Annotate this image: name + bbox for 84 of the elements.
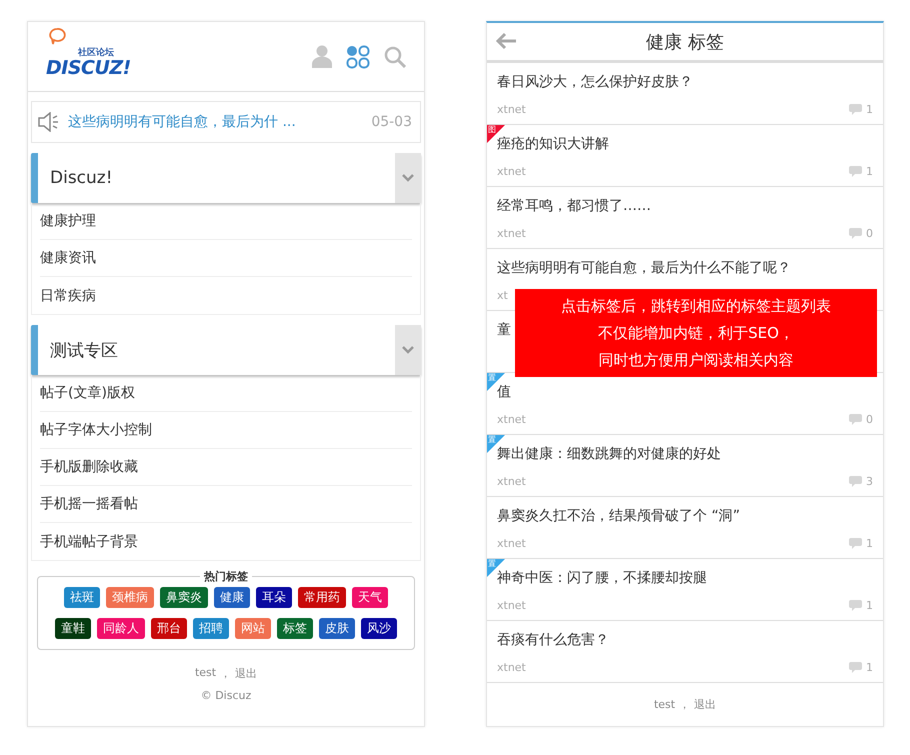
- tag-link[interactable]: 同龄人: [97, 618, 145, 639]
- thread-row[interactable]: 鼻窦炎久扛不治，结果颅骨破了个 “洞” xtnet 1: [487, 497, 883, 559]
- thread-row[interactable]: 吞痰有什么危害？ xtnet 1: [487, 621, 883, 683]
- thread-title: 春日风沙大，怎么保护好皮肤？: [497, 73, 693, 92]
- forum-item[interactable]: 手机端帖子背景: [40, 523, 412, 560]
- tag-link[interactable]: 标签: [277, 618, 313, 639]
- callout-text: 同时也方便用户阅读相关内容: [598, 350, 794, 371]
- grid-icon[interactable]: [346, 44, 370, 68]
- user-icon[interactable]: [312, 45, 332, 68]
- comment-icon: [849, 662, 862, 672]
- reply-count: 1: [866, 536, 873, 550]
- thread-title: 吞痰有什么危害？: [497, 631, 609, 650]
- speaker-icon: [38, 112, 60, 132]
- collapse-button[interactable]: [395, 325, 421, 375]
- tag-link[interactable]: 天气: [352, 587, 388, 608]
- comment-icon: [849, 414, 862, 424]
- forum-item[interactable]: 手机摇一摇看帖: [40, 486, 412, 523]
- comment-icon: [849, 166, 862, 176]
- separator: ，: [679, 697, 690, 712]
- section-header[interactable]: 测试专区: [31, 325, 421, 375]
- thread-author: xtnet: [497, 660, 526, 674]
- logo-text: DISCUZ!: [46, 58, 131, 78]
- username-link[interactable]: test: [654, 698, 676, 711]
- page-title: 健康 标签: [646, 30, 724, 54]
- thread-row[interactable]: 春日风沙大，怎么保护好皮肤？ xtnet 1: [487, 63, 883, 125]
- reply-count: 0: [866, 412, 873, 426]
- callout-text: 不仅能增加内链，利于SEO，: [598, 323, 794, 344]
- thread-title: 鼻窦炎久扛不治，结果颅骨破了个 “洞”: [497, 507, 740, 526]
- section-header[interactable]: Discuz!: [31, 153, 421, 203]
- thread-author: xtnet: [497, 164, 526, 178]
- thread-title: 经常耳鸣，都习惯了……: [497, 197, 651, 216]
- comment-icon: [849, 476, 862, 486]
- forum-item[interactable]: 帖子(文章)版权: [40, 375, 412, 412]
- search-icon[interactable]: [384, 46, 406, 68]
- thread-author: xtnet: [497, 226, 526, 240]
- tag-link[interactable]: 常用药: [298, 587, 346, 608]
- separator: ，: [220, 666, 232, 681]
- copyright: © Discuz: [200, 689, 252, 702]
- thread-author: xtnet: [497, 598, 526, 612]
- section-title: 测试专区: [49, 340, 119, 362]
- tag-link[interactable]: 招聘: [193, 618, 229, 639]
- notice-link[interactable]: 这些病明明有可能自愈，最后为什 ...: [68, 113, 364, 131]
- thread-author: xtnet: [497, 102, 526, 116]
- thread-row[interactable]: 经常耳鸣，都习惯了…… xtnet 0: [487, 187, 883, 249]
- forum-item[interactable]: 帖子字体大小控制: [40, 412, 412, 449]
- reply-count: 1: [866, 598, 873, 612]
- reply-count: 3: [866, 474, 873, 488]
- thread-title: 童: [497, 321, 511, 340]
- reply-count: 1: [866, 102, 873, 116]
- thread-author: xtnet: [497, 536, 526, 550]
- chevron-icon: [402, 346, 414, 354]
- comment-icon: [849, 228, 862, 238]
- logo-tagline: 社区论坛: [78, 46, 114, 58]
- tag-link[interactable]: 祛斑: [64, 587, 100, 608]
- tag-link[interactable]: 风沙: [361, 618, 397, 639]
- thread-author: xtnet: [497, 474, 526, 488]
- reply-count: 1: [866, 164, 873, 178]
- tag-link[interactable]: 皮肤: [319, 618, 355, 639]
- tag-link[interactable]: 耳朵: [256, 587, 292, 608]
- comment-icon: [849, 600, 862, 610]
- forum-item[interactable]: 健康资讯: [40, 240, 412, 277]
- comment-icon: [849, 104, 862, 114]
- tag-link[interactable]: 童鞋: [55, 618, 91, 639]
- tag-link[interactable]: 鼻窦炎: [160, 587, 208, 608]
- comment-icon: [849, 538, 862, 548]
- forum-item[interactable]: 手机版删除收藏: [40, 449, 412, 486]
- logout-link[interactable]: 退出: [694, 697, 716, 712]
- notice-date: 05-03: [371, 114, 412, 130]
- section-title: Discuz!: [49, 167, 114, 190]
- chevron-icon: [402, 174, 414, 182]
- hot-tags-title: 热门标签: [202, 569, 249, 584]
- logout-link[interactable]: 退出: [235, 666, 258, 681]
- reply-count: 0: [866, 226, 873, 240]
- username-link[interactable]: test: [194, 666, 216, 681]
- collapse-button[interactable]: [395, 153, 421, 203]
- forum-item[interactable]: 日常疾病: [40, 277, 412, 314]
- tag-link[interactable]: 邢台: [151, 618, 187, 639]
- tag-link[interactable]: 健康: [214, 587, 250, 608]
- back-arrow-icon: [495, 32, 517, 50]
- thread-title: 这些病明明有可能自愈，最后为什么不能了呢？: [497, 259, 791, 278]
- reply-count: 1: [866, 660, 873, 674]
- forum-item[interactable]: 健康护理: [40, 203, 412, 240]
- thread-author: xtnet: [497, 412, 526, 426]
- thread-author: xt: [497, 288, 508, 302]
